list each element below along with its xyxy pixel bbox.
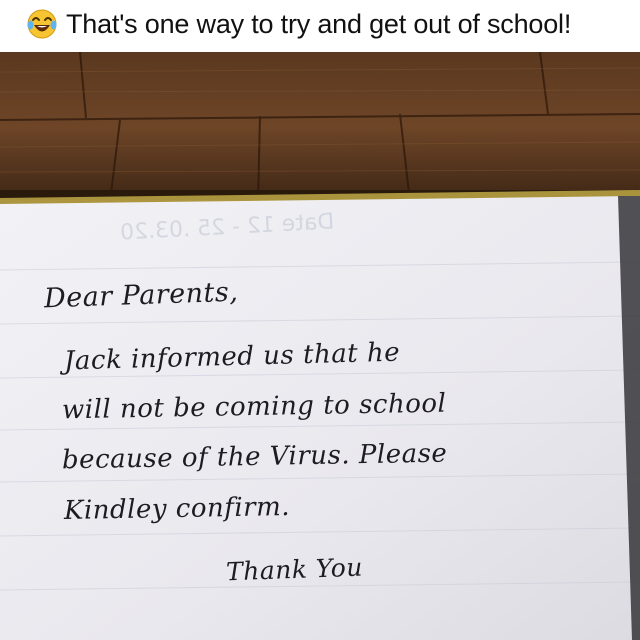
note-line: will not be coming to school [61,388,447,426]
post-caption: That's one way to try and get out of sch… [66,9,572,39]
note-line-signoff: Thank You [225,552,364,587]
note-line: because of the Virus. Please [61,438,448,476]
post-caption-bar: That's one way to try and get out of sch… [0,0,640,52]
note-photo: Date 12 - 25 .03.20 Dear Parents, Jack i… [0,52,640,640]
handwritten-note: Date 12 - 25 .03.20 Dear Parents, Jack i… [0,52,640,640]
note-line: Jack informed us that he [63,337,401,377]
face-with-tears-of-joy-icon [27,9,57,39]
bleed-through-date: Date 12 - 25 .03.20 [119,209,335,246]
note-line-greeting: Dear Parents, [43,276,239,315]
note-line: Kindley confirm. [63,492,291,526]
